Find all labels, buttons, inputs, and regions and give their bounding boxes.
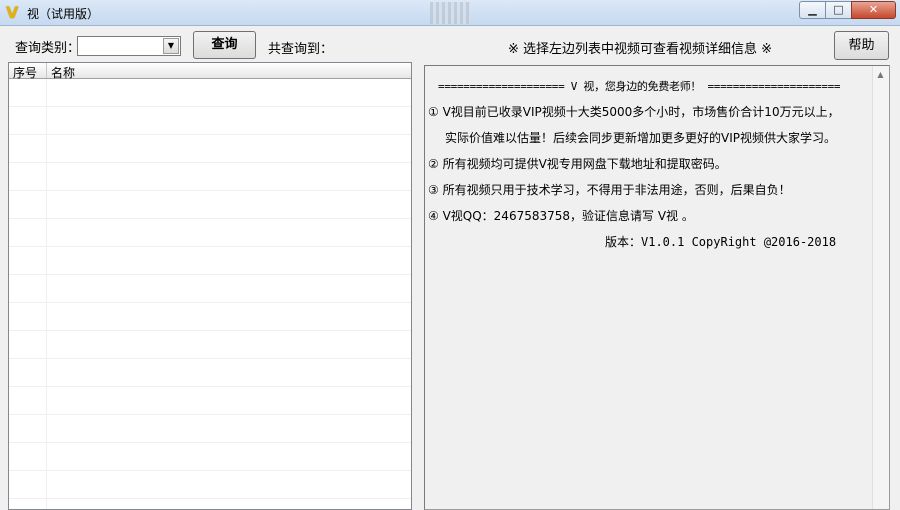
version-text: 版本：V1.0.1 CopyRight @2016-2018 xyxy=(605,235,837,249)
info-panel: ==================== V 视，您身边的免费老师！ =====… xyxy=(424,65,890,510)
info-line-1-continued: 实际价值难以估量！后续会同步更新增加更多更好的VIP视频供大家学习。 xyxy=(445,131,836,145)
app-logo-icon: V xyxy=(6,3,19,22)
scroll-up-icon[interactable]: ▲ xyxy=(873,67,888,82)
minimize-button[interactable]: ▁ xyxy=(799,1,826,19)
title-bar: V 视（试用版） ▁ □ ✕ xyxy=(0,0,900,26)
video-list[interactable]: 序号 名称 xyxy=(8,62,412,510)
close-button[interactable]: ✕ xyxy=(851,1,896,19)
help-button[interactable]: 帮助 xyxy=(834,31,889,60)
window-title: 视（试用版） xyxy=(27,7,100,21)
result-count-label: 共查询到： xyxy=(268,42,334,57)
list-body[interactable] xyxy=(9,79,411,509)
column-divider[interactable] xyxy=(46,63,47,78)
info-banner: ==================== V 视，您身边的免费老师！ =====… xyxy=(438,80,841,93)
category-select[interactable]: ▼ xyxy=(77,36,181,56)
query-button[interactable]: 查询 xyxy=(193,31,256,59)
info-line-1: ① V视目前已收录VIP视频十大类5000多个小时，市场售价合计10万元以上， xyxy=(428,105,840,119)
hint-text: ※ 选择左边列表中视频可查看视频详细信息 ※ xyxy=(508,42,773,57)
maximize-button[interactable]: □ xyxy=(825,1,852,19)
category-label: 查询类别： xyxy=(15,41,81,56)
scrollbar[interactable]: ▲ xyxy=(872,66,889,509)
info-line-2: ② 所有视频均可提供V视专用网盘下载地址和提取密码。 xyxy=(428,157,727,171)
info-line-4: ④ V视QQ：2467583758，验证信息请写 V视 。 xyxy=(428,209,694,223)
info-line-3: ③ 所有视频只用于技术学习，不得用于非法用途，否则，后果自负！ xyxy=(428,183,791,197)
chevron-down-icon[interactable]: ▼ xyxy=(163,38,179,54)
list-header: 序号 名称 xyxy=(9,63,411,80)
blurred-region xyxy=(430,2,470,24)
